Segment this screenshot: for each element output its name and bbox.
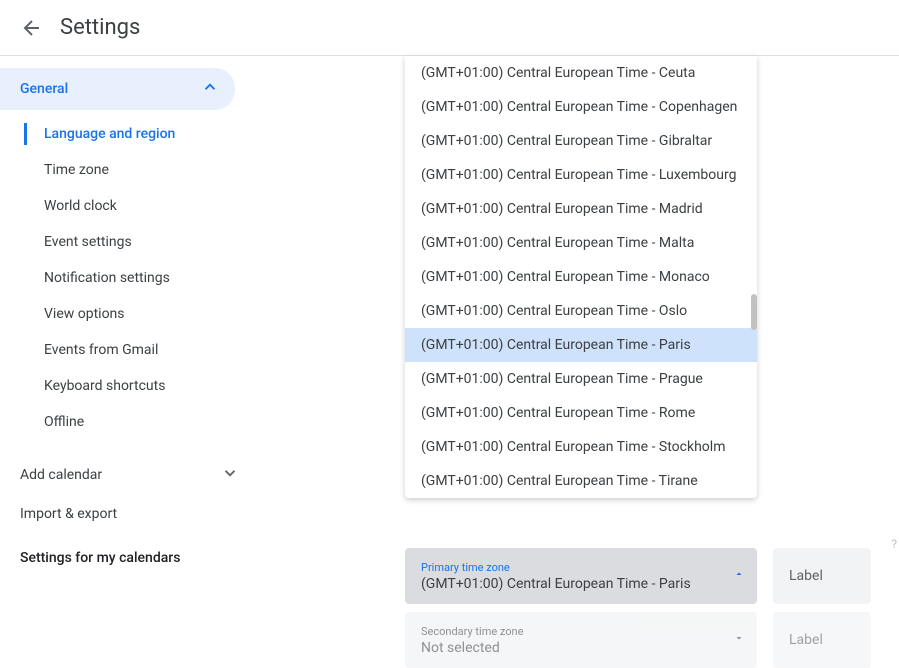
timezone-option[interactable]: (GMT+01:00) Central European Time - Ceut… [405,56,757,90]
secondary-timezone-label: Secondary time zone [421,625,745,638]
sidebar-add-calendar[interactable]: Add calendar [0,454,255,496]
sidebar: General Language and region Time zone Wo… [0,56,255,605]
primary-timezone-select[interactable]: Primary time zone (GMT+01:00) Central Eu… [405,548,757,604]
sidebar-item-keyboard-shortcuts[interactable]: Keyboard shortcuts [0,368,255,404]
timezone-dropdown[interactable]: (GMT+01:00) Central European Time - Ceut… [405,56,757,498]
timezone-option[interactable]: (GMT+01:00) Central European Time - Tira… [405,464,757,498]
secondary-timezone-value: Not selected [421,640,745,656]
timezone-option[interactable]: (GMT+01:00) Central European Time - Malt… [405,226,757,260]
sidebar-items: Language and region Time zone World cloc… [0,116,255,440]
main-area: (GMT+01:00) Central European Time - Ceut… [255,56,899,605]
timezone-option[interactable]: (GMT+01:00) Central European Time - Mona… [405,260,757,294]
sidebar-bottom: Add calendar Import & export Settings fo… [0,454,255,576]
scrollbar-thumb[interactable] [751,294,757,330]
secondary-timezone-label-input: Label [773,612,871,668]
chevron-down-icon [221,464,239,486]
sidebar-item-label: Notification settings [44,270,170,286]
sidebar-item-world-clock[interactable]: World clock [0,188,255,224]
sidebar-item-label: World clock [44,198,117,214]
timezone-option[interactable]: (GMT+01:00) Central European Time - Luxe… [405,158,757,192]
label-placeholder: Label [789,568,823,584]
caret-down-icon [733,632,745,648]
primary-timezone-label-input[interactable]: Label [773,548,871,604]
timezone-option[interactable]: (GMT+01:00) Central European Time - Stoc… [405,430,757,464]
sidebar-item-language-region[interactable]: Language and region [0,116,255,152]
sidebar-item-offline[interactable]: Offline [0,404,255,440]
sidebar-item-label: Events from Gmail [44,342,158,358]
settings-header: Settings [0,0,899,56]
sidebar-import-export[interactable]: Import & export [0,496,255,532]
page-title: Settings [60,15,140,40]
timezone-option[interactable]: (GMT+01:00) Central European Time - Gibr… [405,124,757,158]
sidebar-add-calendar-label: Add calendar [20,467,102,483]
content-area: General Language and region Time zone Wo… [0,56,899,605]
sidebar-item-label: Time zone [44,162,109,178]
sidebar-item-label: Offline [44,414,84,430]
sidebar-section-general[interactable]: General [0,68,235,110]
timezone-option[interactable]: (GMT+01:00) Central European Time - Rome [405,396,757,430]
sidebar-item-time-zone[interactable]: Time zone [0,152,255,188]
sidebar-item-event-settings[interactable]: Event settings [0,224,255,260]
primary-timezone-value: (GMT+01:00) Central European Time - Pari… [421,576,745,592]
sidebar-item-label: View options [44,306,125,322]
sidebar-item-notification-settings[interactable]: Notification settings [0,260,255,296]
label-placeholder: Label [789,632,823,648]
sidebar-section-general-label: General [20,81,68,97]
sidebar-item-view-options[interactable]: View options [0,296,255,332]
back-button[interactable] [12,8,52,48]
secondary-timezone-select[interactable]: Secondary time zone Not selected [405,612,757,668]
chevron-up-icon [201,78,219,100]
timezone-option[interactable]: (GMT+01:00) Central European Time - Prag… [405,362,757,396]
sidebar-item-label: Language and region [44,126,175,142]
sidebar-item-events-from-gmail[interactable]: Events from Gmail [0,332,255,368]
caret-up-icon [733,568,745,584]
sidebar-item-label: Keyboard shortcuts [44,378,165,394]
sidebar-my-calendars-heading: Settings for my calendars [0,532,255,576]
primary-timezone-label: Primary time zone [421,561,745,574]
help-icon[interactable]: ? [891,537,897,551]
timezone-option[interactable]: (GMT+01:00) Central European Time - Cope… [405,90,757,124]
timezone-option[interactable]: (GMT+01:00) Central European Time - Madr… [405,192,757,226]
sidebar-import-export-label: Import & export [20,506,117,522]
timezone-dropdown-scroll[interactable]: (GMT+01:00) Central European Time - Ceut… [405,56,757,498]
sidebar-item-label: Event settings [44,234,132,250]
timezone-option[interactable]: (GMT+01:00) Central European Time - Pari… [405,328,757,362]
timezone-option[interactable]: (GMT+01:00) Central European Time - Oslo [405,294,757,328]
arrow-left-icon [20,16,44,40]
